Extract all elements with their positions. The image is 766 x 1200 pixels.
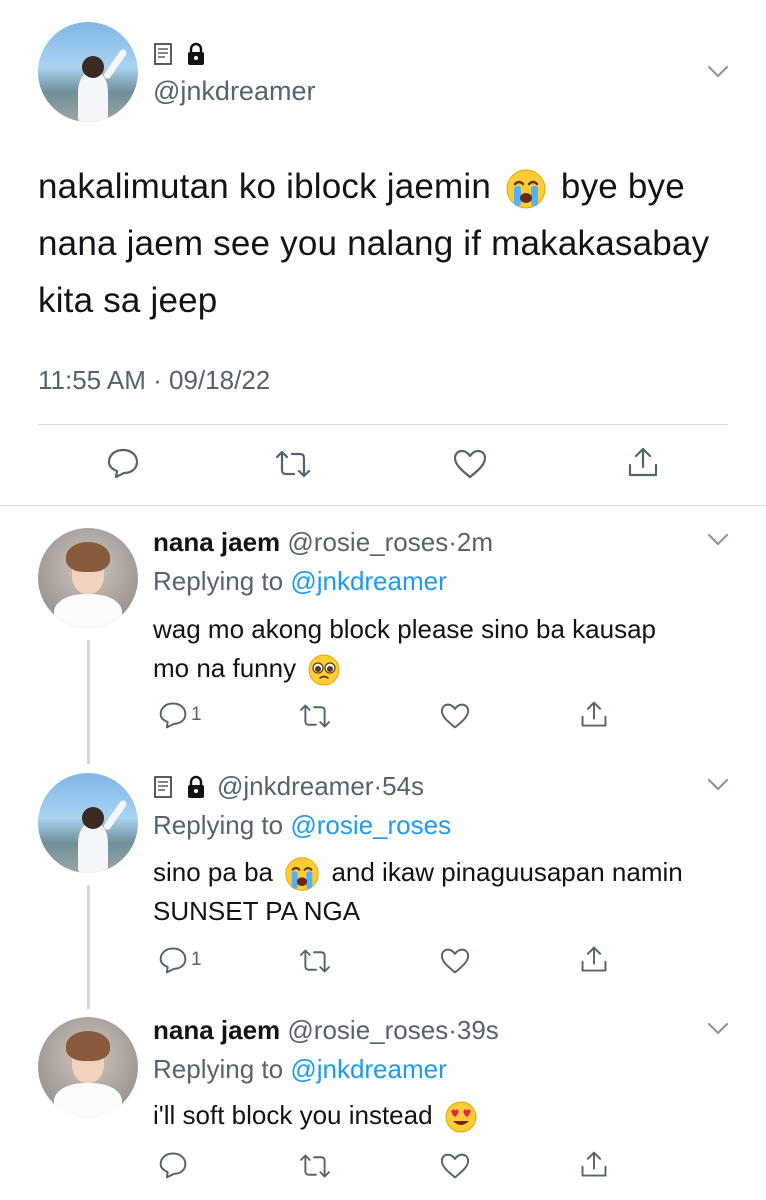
replying-prefix: Replying to: [153, 810, 284, 840]
like-button[interactable]: [439, 947, 471, 975]
reply-count: 1: [191, 949, 202, 970]
reply-age: 39s: [456, 1015, 499, 1045]
reply-button[interactable]: [158, 1150, 188, 1180]
reply-avatar[interactable]: [38, 1017, 138, 1117]
reply-text-body: wag mo akong block please sino ba kausap…: [153, 614, 656, 683]
share-button[interactable]: [579, 1150, 609, 1180]
tweet-timestamp[interactable]: 11:55 AM · 09/18/22: [38, 365, 270, 396]
mention-link[interactable]: @jnkdreamer: [290, 566, 446, 596]
share-icon: [581, 701, 607, 727]
retweet-button[interactable]: [274, 448, 312, 480]
user-handle[interactable]: @rosie_roses: [287, 527, 448, 557]
divider: [38, 424, 728, 425]
lock-icon: [188, 42, 204, 65]
retweet-button[interactable]: [298, 1152, 332, 1180]
pleading-face-icon: [308, 654, 340, 686]
reply-text: wag mo akong block please sino ba kausap…: [153, 610, 693, 688]
reply-age: 2m: [456, 527, 493, 557]
share-button[interactable]: [579, 945, 609, 975]
heart-icon: [453, 449, 487, 479]
reply-button[interactable]: 1: [158, 700, 202, 730]
retweet-icon: [300, 1154, 330, 1178]
retweet-button[interactable]: [298, 947, 332, 975]
mention-link[interactable]: @rosie_roses: [290, 810, 451, 840]
scroll-icon: [154, 775, 172, 798]
reply-text-part1: sino pa ba: [153, 857, 273, 887]
reply-button[interactable]: 1: [158, 945, 202, 975]
chevron-down-icon[interactable]: [706, 777, 730, 793]
comment-icon: [159, 1152, 187, 1179]
separator-dot: ·: [373, 771, 383, 801]
user-handle[interactable]: @jnkdreamer: [217, 771, 373, 801]
separator-dot: ·: [448, 1015, 457, 1045]
comment-icon: [159, 947, 187, 974]
loudly-crying-face-icon: [506, 169, 546, 209]
share-icon: [581, 1151, 607, 1177]
heart-eyes-face-icon: [445, 1101, 477, 1133]
reply-age: 54s: [382, 771, 425, 801]
replying-to: Replying to @jnkdreamer: [153, 566, 447, 597]
replying-to: Replying to @jnkdreamer: [153, 1054, 447, 1085]
replying-prefix: Replying to: [153, 566, 284, 596]
display-name[interactable]: nana jaem: [153, 527, 280, 557]
reply-button[interactable]: [106, 446, 140, 480]
mention-link[interactable]: @jnkdreamer: [290, 1054, 446, 1084]
share-icon: [628, 447, 658, 477]
reply-text: sino pa ba and ikaw pinaguusapan namin S…: [153, 853, 693, 931]
retweet-button[interactable]: [298, 702, 332, 730]
like-button[interactable]: [439, 1152, 471, 1180]
thread-line: [87, 640, 90, 764]
retweet-icon: [275, 450, 311, 478]
author-handle[interactable]: @jnkdreamer: [153, 76, 315, 107]
loudly-crying-face-icon: [285, 857, 319, 891]
like-button[interactable]: [439, 702, 471, 730]
main-tweet: @jnkdreamer nakalimutan ko iblock jaemin…: [0, 0, 766, 505]
chevron-down-icon[interactable]: [706, 1021, 730, 1037]
reply-avatar[interactable]: [38, 773, 138, 873]
replying-to: Replying to @rosie_roses: [153, 810, 451, 841]
reply-count: 1: [191, 704, 202, 725]
author-avatar[interactable]: [38, 22, 138, 122]
separator-dot: ·: [448, 527, 457, 557]
reply-text: i'll soft block you instead: [153, 1096, 693, 1135]
tweet-text-part1: nakalimutan ko iblock jaemin: [38, 167, 492, 206]
reply-text-body: i'll soft block you instead: [153, 1100, 433, 1130]
scroll-icon: [154, 43, 172, 65]
display-name[interactable]: nana jaem: [153, 1015, 280, 1045]
author-badges: [153, 42, 207, 66]
chevron-down-icon[interactable]: [706, 532, 730, 548]
share-icon: [581, 946, 607, 972]
share-button[interactable]: [626, 446, 660, 480]
chevron-down-icon[interactable]: [706, 64, 730, 80]
tweet-text: nakalimutan ko iblock jaemin bye bye nan…: [38, 158, 728, 329]
like-button[interactable]: [452, 448, 488, 480]
replying-prefix: Replying to: [153, 1054, 284, 1084]
retweet-icon: [300, 949, 330, 973]
divider: [0, 505, 766, 506]
heart-icon: [440, 948, 470, 974]
share-button[interactable]: [579, 700, 609, 730]
comment-icon: [159, 702, 187, 729]
heart-icon: [440, 1153, 470, 1179]
reply-avatar[interactable]: [38, 528, 138, 628]
user-handle[interactable]: @rosie_roses: [287, 1015, 448, 1045]
reply-header: nana jaem @rosie_roses·39s: [153, 1015, 499, 1046]
thread-line: [87, 885, 90, 1009]
lock-icon: [188, 775, 204, 798]
comment-icon: [107, 448, 139, 479]
reply-header: nana jaem @rosie_roses·2m: [153, 527, 493, 558]
reply-header: @jnkdreamer·54s: [153, 771, 424, 802]
heart-icon: [440, 703, 470, 729]
retweet-icon: [300, 704, 330, 728]
